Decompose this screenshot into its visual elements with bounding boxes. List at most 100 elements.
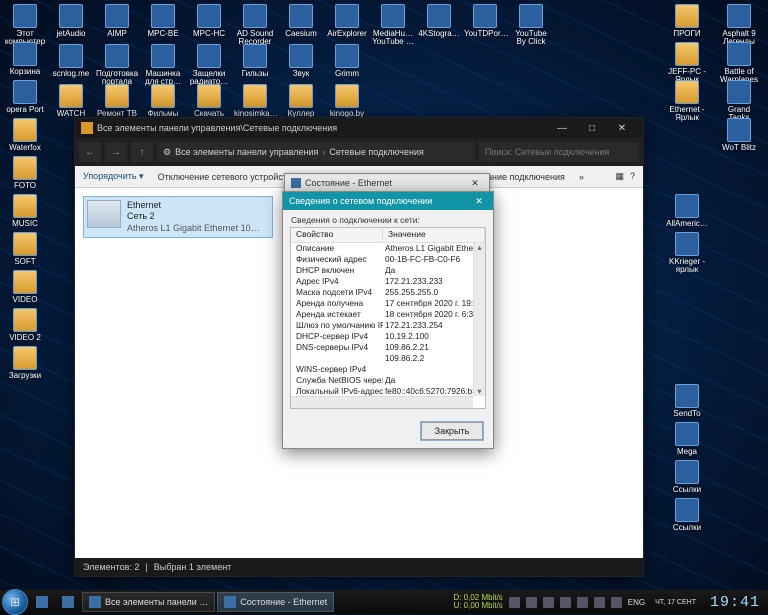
desktop-icon[interactable]: Mega [666,422,708,456]
desktop-icon[interactable]: Grimm [326,44,368,78]
desktop-icon[interactable]: Ссылки [666,498,708,532]
desktop-icon[interactable]: MPC-BE [142,4,184,38]
details-list[interactable]: Свойство Значение ОписаниеAtheros L1 Gig… [290,227,486,409]
up-button[interactable]: ↑ [131,142,153,162]
detail-row[interactable]: Маска подсети IPv4255.255.255.0 [291,287,485,298]
close-button[interactable]: ✕ [607,123,637,134]
desktop-icon[interactable]: FOTO [4,156,46,190]
horizontal-scrollbar[interactable] [291,396,473,408]
desktop-icon[interactable]: Ссылки [666,460,708,494]
language-indicator[interactable]: ENG [628,598,645,607]
dialog-titlebar[interactable]: Сведения о сетевом подключении ✕ [283,192,493,210]
back-button[interactable]: ← [79,142,101,162]
pinned-app[interactable] [30,592,54,612]
detail-row[interactable]: ОписаниеAtheros L1 Gigabit Ethernet 10/1… [291,243,485,254]
desktop-icon[interactable]: WoT Blitz [718,118,760,152]
desktop-icon[interactable]: Корзина [4,42,46,76]
desktop-icon[interactable]: Этот компьютер [4,4,46,47]
status-close[interactable]: ✕ [467,178,483,189]
clock[interactable]: ЧТ, 17 СЕНТ [651,599,700,606]
detail-row[interactable]: DHCP-сервер IPv410.19.2.100 [291,331,485,342]
desktop-icon[interactable]: SendTo [666,384,708,418]
desktop-icon[interactable]: MUSIC [4,194,46,228]
desktop-icon[interactable]: jetAudio [50,4,92,38]
desktop-icon[interactable]: scnlog.me [50,44,92,78]
desktop-icon[interactable]: VIDEO 2 [4,308,46,342]
desktop-icon[interactable]: Машинка для стр… [142,44,184,87]
detail-row[interactable]: DNS-сервер IPv6 [291,408,485,409]
more[interactable]: » [579,172,584,182]
desktop-icon[interactable]: Ethernet - Ярлык [666,80,708,123]
start-button[interactable]: ⊞ [2,589,28,615]
tray-icon[interactable] [577,597,588,608]
detail-row[interactable]: Адрес IPv4172.21.233.233 [291,276,485,287]
disable-device[interactable]: Отключение сетевого устройства [158,172,297,182]
tray-icon[interactable] [509,597,520,608]
desktop-icon[interactable]: Загрузки [4,346,46,380]
tray-icon[interactable] [560,597,571,608]
detail-row[interactable]: Аренда истекает18 сентября 2020 г. 6:38:… [291,309,485,320]
pinned-app[interactable] [56,592,80,612]
ethernet-status-window[interactable]: Состояние - Ethernet ✕ [284,173,490,193]
breadcrumb-0[interactable]: Все элементы панели управления [175,147,318,157]
desktop-icon[interactable]: Ремонт ТВ [96,84,138,118]
taskbar-task[interactable]: Все элементы панели … [82,592,215,612]
detail-row[interactable]: 109.86.2.2 [291,353,485,364]
desktop-icon[interactable]: Звук [280,44,322,78]
desktop-icon[interactable]: Asphalt 9 Легенды [718,4,760,47]
desktop-icon[interactable]: Фильмы [142,84,184,118]
desktop-icon[interactable]: YouTDPor… [464,4,506,38]
network-adapter[interactable]: EthernetСеть 2Atheros L1 Gigabit Etherne… [83,196,273,238]
detail-row[interactable]: DHCP включенДа [291,265,485,276]
vertical-scrollbar[interactable] [473,243,485,396]
detail-row[interactable]: Аренда получена17 сентября 2020 г. 19:38… [291,298,485,309]
search-input[interactable]: Поиск: Сетевые подключения [479,142,639,162]
col-property[interactable]: Свойство [291,228,383,242]
net-meter[interactable]: D: 0,02 Mbit/s U: 0,00 Mbit/s [453,594,502,610]
desktop-icon[interactable]: ПРОГИ [666,4,708,38]
desktop-icon[interactable]: YouTube By Click [510,4,552,47]
view-icon[interactable]: ▦ [615,171,624,182]
detail-row[interactable]: Физический адрес00-1B-FC-FB-C0-F6 [291,254,485,265]
address-bar[interactable]: ⚙ Все элементы панели управления › Сетев… [157,142,475,162]
organize-menu[interactable]: Упорядочить ▾ [83,171,144,182]
desktop-icon[interactable]: KKrieger - ярлык [666,232,708,275]
desktop-icon[interactable]: Защелки радиато… [188,44,230,87]
desktop-icon[interactable]: kinosimka… [234,84,276,118]
maximize-button[interactable]: □ [577,123,607,134]
forward-button[interactable]: → [105,142,127,162]
desktop-icon[interactable]: AD Sound Recorder [234,4,276,47]
desktop-icon[interactable]: 4KStogra… [418,4,460,38]
desktop-icon[interactable]: AirExplorer [326,4,368,38]
desktop-icon[interactable]: MPC-HC [188,4,230,38]
desktop-icon[interactable]: Скачать [188,84,230,118]
desktop-icon[interactable]: Grand Tanks [718,80,760,123]
desktop-icon[interactable]: Caesium [280,4,322,38]
desktop-icon[interactable]: AIMP [96,4,138,38]
desktop-icon[interactable]: opera Port [4,80,46,114]
titlebar[interactable]: Все элементы панели управления\Сетевые п… [75,118,643,138]
tray-icon[interactable] [594,597,605,608]
detail-row[interactable]: Шлюз по умолчанию IP…172.21.233.254 [291,320,485,331]
detail-row[interactable]: DNS-серверы IPv4109.86.2.21 [291,342,485,353]
desktop-icon[interactable]: JEFF-PC - Ярлык [666,42,708,85]
dialog-close-icon[interactable]: ✕ [471,196,487,207]
minimize-button[interactable]: — [547,123,577,134]
desktop-icon[interactable]: WATCH [50,84,92,118]
tray-icon[interactable] [543,597,554,608]
desktop-icon[interactable]: VIDEO [4,270,46,304]
breadcrumb-1[interactable]: Сетевые подключения [329,147,423,157]
taskbar-task[interactable]: Состояние - Ethernet [217,592,334,612]
desktop-icon[interactable]: Гильзы [234,44,276,78]
desktop-icon[interactable]: Waterfox [4,118,46,152]
detail-row[interactable]: WINS-сервер IPv4 [291,364,485,375]
desktop-icon[interactable]: MediaHu… YouTube … [372,4,414,47]
desktop-icon[interactable]: AllAmeric… [666,194,708,228]
desktop-icon[interactable]: kinogo.by [326,84,368,118]
close-button[interactable]: Закрыть [421,422,483,440]
tray-icon[interactable] [526,597,537,608]
col-value[interactable]: Значение [383,228,485,242]
tray-icon[interactable] [611,597,622,608]
desktop-icon[interactable]: SOFT [4,232,46,266]
help-icon[interactable]: ? [630,171,635,182]
